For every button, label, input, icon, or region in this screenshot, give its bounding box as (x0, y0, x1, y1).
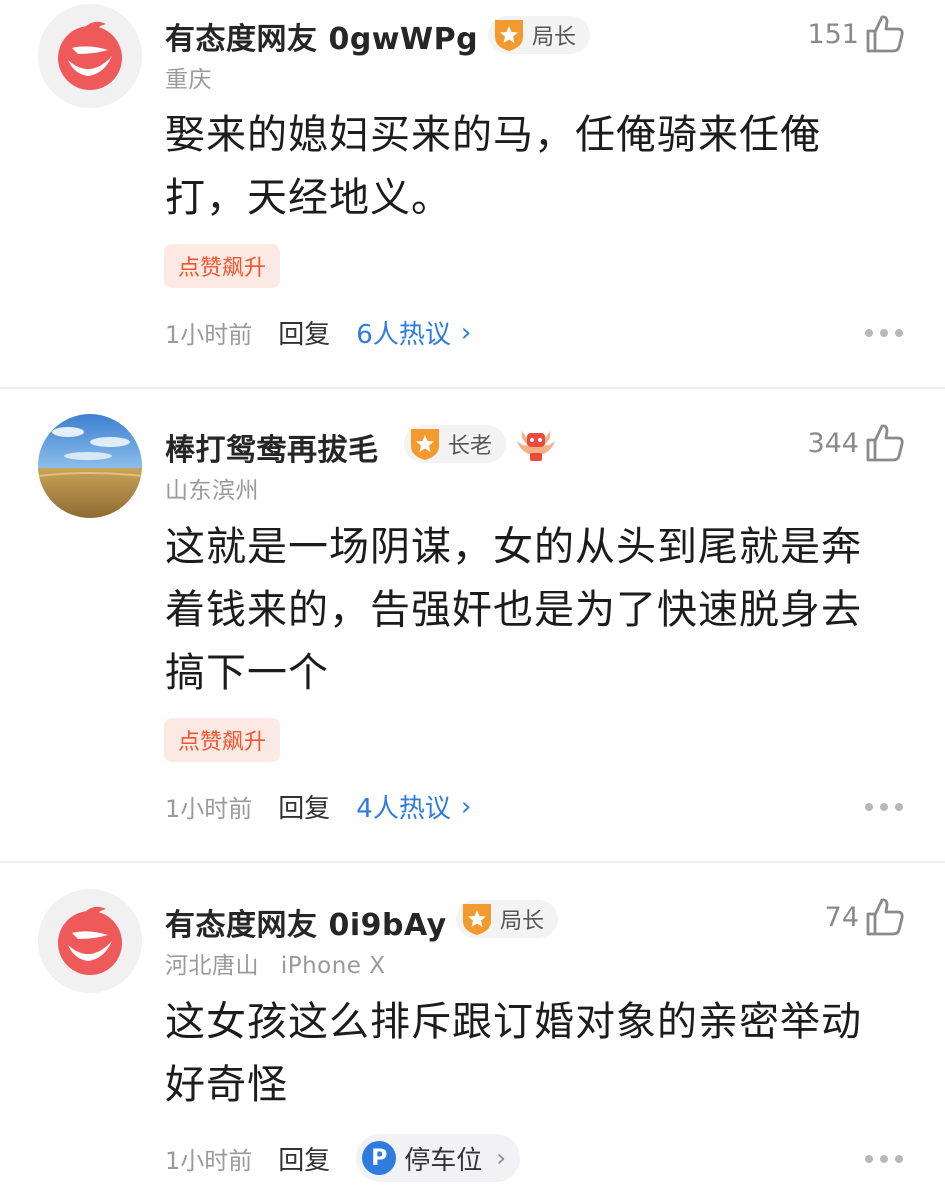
comment-meta: 1小时前 回复 P 停车位 › (165, 1134, 520, 1182)
wheat-field-avatar (38, 414, 142, 518)
comment-item: 棒打鸳鸯再拔毛 长老 山东滨州 344 这就是一场阴谋，女的从头到尾就是奔着钱来… (0, 389, 945, 861)
timestamp: 1小时前 (165, 795, 253, 823)
topic-label: 停车位 (404, 1145, 483, 1176)
rank-badge[interactable]: 局长 (488, 16, 591, 54)
chevron-right-icon: › (460, 317, 472, 348)
star-shield-icon (411, 429, 439, 460)
reply-button[interactable]: 回复 (278, 1140, 330, 1177)
like-count: 151 (807, 18, 859, 50)
comment-meta: 1小时前 回复 6人热议 › (165, 314, 471, 351)
user-location: 重庆 (165, 67, 212, 93)
star-shield-icon (463, 904, 491, 935)
user-avatar[interactable] (38, 889, 142, 993)
reply-button[interactable]: 回复 (278, 788, 330, 825)
topic-chip[interactable]: P 停车位 › (356, 1134, 520, 1182)
hot-tag: 点赞飙升 (164, 718, 281, 762)
more-dots-icon (865, 1155, 873, 1163)
comment-meta: 1小时前 回复 4人热议 › (165, 788, 471, 825)
thumbs-up-icon (866, 424, 904, 462)
comment-text: 娶来的媳妇买来的马，任俺骑来任俺打，天经地义。 (165, 112, 821, 221)
user-avatar[interactable] (38, 414, 142, 518)
user-avatar[interactable] (38, 4, 142, 108)
reply-button[interactable]: 回复 (278, 314, 330, 351)
rank-label: 局长 (500, 909, 545, 934)
netease-logo-icon (38, 4, 142, 108)
rank-label: 长老 (448, 434, 493, 459)
more-options-button[interactable] (865, 1155, 903, 1163)
hot-tag: 点赞飙升 (164, 244, 281, 288)
user-location: 山东滨州 (165, 478, 259, 504)
like-button[interactable]: 74 (825, 895, 907, 939)
discussion-label: 6人热议 (356, 320, 451, 350)
username[interactable]: 有态度网友 0gwWPg (165, 14, 478, 58)
location-label: 河北唐山 (165, 953, 259, 979)
device-label: iPhone X (280, 953, 386, 979)
chevron-right-icon: › (496, 1144, 506, 1172)
comment-text: 这就是一场阴谋，女的从头到尾就是奔着钱来的，告强奸也是为了快速脱身去搞下一个 (165, 524, 862, 696)
like-count: 344 (807, 427, 859, 459)
rank-label: 局长 (532, 25, 577, 50)
comment-text: 这女孩这么排斥跟订婚对象的亲密举动 好奇怪 (165, 999, 862, 1108)
user-location: 河北唐山 iPhone X (165, 946, 386, 980)
parking-icon: P (362, 1141, 397, 1175)
username[interactable]: 有态度网友 0i9bAy (165, 900, 447, 944)
more-dots-icon (865, 803, 873, 811)
more-options-button[interactable] (865, 329, 903, 337)
like-button[interactable]: 151 (807, 12, 907, 56)
netease-logo-icon (38, 889, 142, 993)
rank-badge[interactable]: 长老 (404, 425, 507, 463)
discussion-link[interactable]: 4人热议 › (356, 788, 471, 825)
star-shield-icon (495, 20, 523, 51)
comment-item: 有态度网友 0i9bAy 局长 河北唐山 iPhone X 74 这女孩这么排斥… (0, 863, 945, 1200)
timestamp: 1小时前 (165, 321, 253, 349)
chevron-right-icon: › (460, 791, 472, 822)
discussion-label: 4人热议 (356, 794, 451, 824)
discussion-link[interactable]: 6人热议 › (356, 314, 471, 351)
comment-item: 有态度网友 0gwWPg 局长 重庆 151 娶来的媳妇买来的马，任俺骑来任俺打… (0, 0, 945, 388)
more-dots-icon (865, 329, 873, 337)
timestamp: 1小时前 (165, 1146, 253, 1175)
username[interactable]: 棒打鸳鸯再拔毛 (165, 425, 379, 469)
thumbs-up-icon (866, 898, 904, 936)
like-count: 74 (824, 901, 859, 933)
wings-medal-icon[interactable] (514, 425, 558, 465)
rank-badge[interactable]: 局长 (456, 900, 559, 938)
thumbs-up-icon (866, 15, 904, 53)
more-options-button[interactable] (865, 803, 903, 811)
like-button[interactable]: 344 (807, 421, 907, 465)
